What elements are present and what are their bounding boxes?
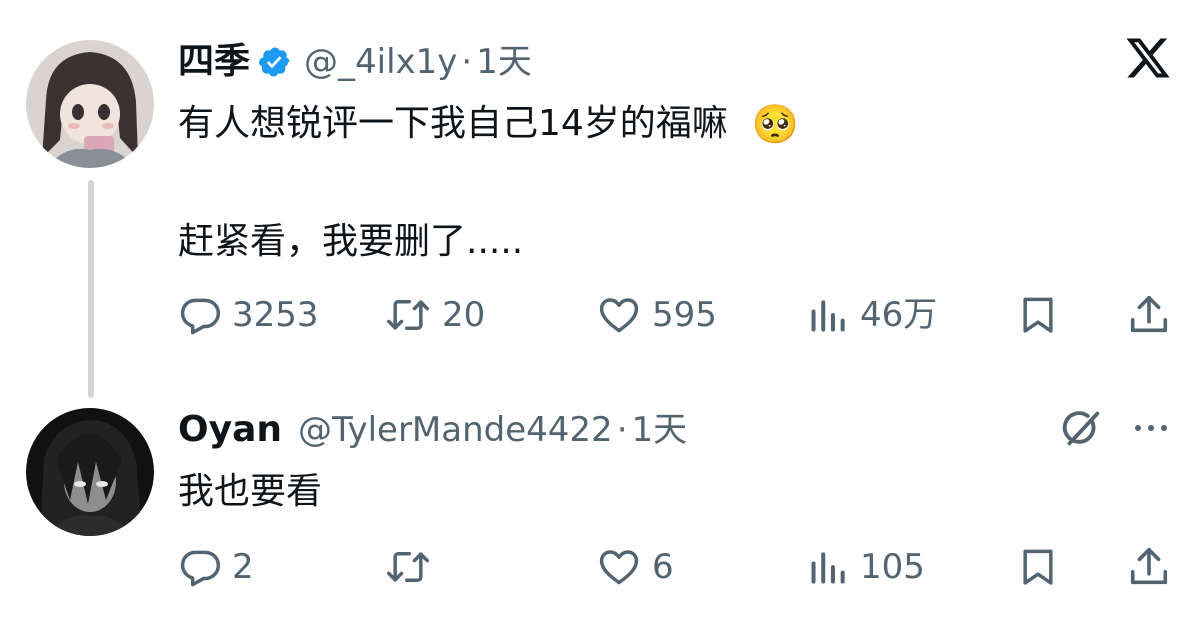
reply-icon	[178, 293, 222, 337]
retweet-icon	[384, 293, 432, 337]
views-count: 46万	[860, 295, 938, 335]
views-button[interactable]: 46万	[806, 290, 937, 340]
avatar-sijì[interactable]	[26, 40, 154, 168]
reply-icon	[178, 545, 222, 589]
reply-button[interactable]: 3253	[178, 290, 319, 340]
reply-views-button[interactable]: 105	[806, 542, 925, 592]
reply-reply-count: 2	[232, 547, 254, 587]
reply-retweet-button[interactable]	[384, 542, 442, 592]
grok-icon[interactable]	[1058, 406, 1104, 452]
author-handle[interactable]: @_4ilx1y	[304, 40, 457, 84]
x-logo-icon[interactable]	[1124, 34, 1172, 82]
like-count: 595	[652, 295, 717, 335]
retweet-count: 20	[442, 295, 486, 335]
tweet-text-line1: 有人想锐评一下我自己14岁的福嘛	[178, 103, 728, 144]
reply-like-button[interactable]: 6	[596, 542, 674, 592]
tweet-time[interactable]: 1天	[476, 40, 532, 84]
reply-like-count: 6	[652, 547, 674, 587]
tweet-text-line2: 赶紧看，我要删了.....	[178, 221, 524, 262]
avatar-oyan[interactable]	[26, 408, 154, 536]
separator-dot: ·	[616, 410, 628, 450]
views-icon	[806, 293, 850, 337]
like-button[interactable]: 595	[596, 290, 717, 340]
reply-author-name[interactable]: Oyan	[178, 408, 282, 452]
share-icon[interactable]	[1126, 292, 1172, 338]
reply-text: 我也要看	[178, 471, 323, 512]
retweet-button[interactable]: 20	[384, 290, 485, 340]
thread-line	[88, 180, 94, 398]
reply-reply-button[interactable]: 2	[178, 542, 254, 592]
like-icon	[596, 545, 642, 589]
author-name[interactable]: 四季	[178, 40, 250, 84]
verified-badge-icon	[258, 45, 292, 79]
reply-time[interactable]: 1天	[632, 408, 688, 452]
bookmark-icon[interactable]	[1016, 293, 1060, 337]
retweet-icon	[384, 545, 432, 589]
separator-dot: ·	[461, 42, 473, 82]
share-icon[interactable]	[1126, 544, 1172, 590]
reply-author-handle[interactable]: @TylerMande4422	[298, 408, 613, 452]
bookmark-icon[interactable]	[1016, 545, 1060, 589]
more-icon[interactable]	[1130, 418, 1172, 438]
pleading-emoji: 🥺	[751, 102, 800, 146]
like-icon	[596, 293, 642, 337]
views-icon	[806, 545, 850, 589]
reply-views-count: 105	[860, 547, 925, 587]
reply-count: 3253	[232, 295, 319, 335]
